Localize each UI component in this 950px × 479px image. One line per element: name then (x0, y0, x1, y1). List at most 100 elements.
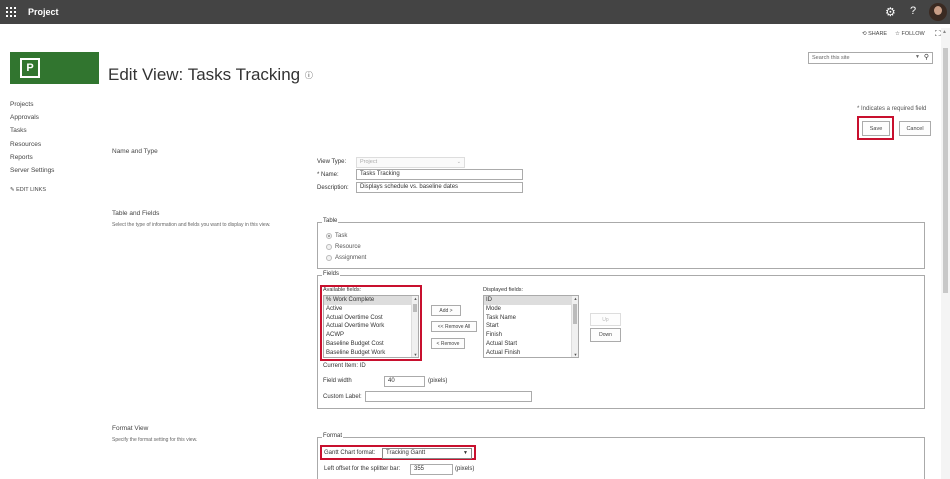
list-item[interactable]: Task Name (484, 314, 578, 323)
section-description-format-view: Specify the format setting for this view… (112, 437, 198, 443)
search-icon[interactable]: ⚲ (924, 53, 929, 61)
list-item[interactable]: Start (484, 322, 578, 331)
splitter-offset-unit: (pixels) (455, 466, 475, 472)
chevron-down-icon[interactable]: ▼ (915, 54, 920, 60)
radio-assignment-label: Assignment (335, 255, 367, 261)
scroll-up-icon[interactable]: ▲ (412, 296, 418, 301)
info-icon[interactable]: ⓘ (305, 71, 313, 80)
scroll-thumb[interactable] (573, 304, 577, 324)
list-item[interactable]: Baseline Budget Cost (324, 340, 418, 349)
description-label: Description: (317, 185, 349, 191)
pencil-icon: ✎ (10, 187, 15, 193)
scroll-thumb[interactable] (413, 304, 417, 312)
star-icon: ☆ (895, 31, 900, 37)
radio-dot (326, 255, 332, 261)
list-item[interactable]: Actual Start (484, 340, 578, 349)
list-item[interactable]: ID (484, 296, 578, 305)
view-type-select: Project ⌄ (356, 157, 465, 168)
view-type-value: Project (360, 159, 378, 165)
move-up-button[interactable]: Up (590, 313, 621, 326)
search-input[interactable]: Search this site ▼ ⚲ (808, 52, 933, 64)
table-fieldset: Table (317, 218, 925, 269)
splitter-offset-label: Left offset for the splitter bar: (324, 466, 401, 472)
list-item[interactable]: ACWP (324, 331, 418, 340)
list-item[interactable]: Finish (484, 331, 578, 340)
displayed-fields-list[interactable]: ID Mode Task Name Start Finish Actual St… (483, 295, 579, 358)
displayed-fields-scrollbar[interactable]: ▲ ▼ (571, 296, 578, 357)
list-item[interactable]: Mode (484, 305, 578, 314)
save-button[interactable]: Save (862, 121, 890, 136)
focus-mode-icon[interactable]: ⛶ (935, 29, 941, 39)
field-width-label: Field width (323, 378, 352, 384)
section-description-table-fields: Select the type of information and field… (112, 222, 271, 228)
follow-link[interactable]: ☆ FOLLOW (895, 31, 925, 37)
field-width-unit: (pixels) (428, 378, 448, 384)
project-logo[interactable]: P (10, 52, 99, 84)
custom-label-input[interactable] (365, 391, 532, 402)
list-item[interactable]: Actual Overtime Cost (324, 314, 418, 323)
list-item[interactable]: Actual Overtime Work (324, 322, 418, 331)
move-down-button[interactable]: Down (590, 328, 621, 342)
list-item[interactable]: % Work Complete (324, 296, 418, 305)
app-launcher-icon[interactable] (6, 7, 16, 17)
name-label-text: Name: (321, 172, 339, 178)
radio-assignment[interactable]: Assignment (326, 255, 366, 261)
custom-label-label: Custom Label: (323, 394, 362, 400)
edit-links-label: EDIT LINKS (16, 187, 46, 193)
gantt-format-label: Gantt Chart format: (324, 450, 376, 456)
name-label: * Name: (317, 172, 339, 178)
fields-legend: Fields (322, 271, 341, 277)
available-fields-list[interactable]: % Work Complete Active Actual Overtime C… (323, 295, 419, 358)
follow-label: FOLLOW (901, 31, 925, 37)
splitter-offset-input[interactable]: 355 (410, 464, 453, 475)
section-title-name-type: Name and Type (112, 148, 158, 155)
remove-button[interactable]: < Remove (431, 338, 465, 349)
avatar[interactable] (929, 3, 947, 21)
gantt-format-select[interactable]: Tracking Gantt ▼ (382, 448, 472, 459)
help-icon[interactable]: ? (910, 5, 916, 17)
radio-dot (326, 244, 332, 250)
list-item[interactable]: Actual Finish (484, 349, 578, 357)
chevron-down-icon: ⌄ (456, 159, 461, 165)
radio-resource-label: Resource (335, 244, 361, 250)
description-input[interactable]: Displays schedule vs. baseline dates (356, 182, 523, 193)
suite-bar: Project ⚙ ? (0, 0, 950, 24)
radio-dot (326, 233, 332, 239)
scroll-down-icon[interactable]: ▼ (412, 352, 418, 357)
add-button[interactable]: Add > (431, 305, 461, 316)
gantt-format-value: Tracking Gantt (386, 450, 426, 456)
required-note: * Indicates a required field (857, 106, 927, 112)
list-item[interactable]: Baseline Budget Work (324, 349, 418, 357)
scroll-up-icon[interactable]: ▲ (572, 296, 578, 301)
nav-item-reports[interactable]: Reports (10, 154, 33, 161)
nav-item-projects[interactable]: Projects (10, 101, 33, 108)
cancel-button[interactable]: Cancel (899, 121, 931, 136)
page-title: Edit View: Tasks Tracking ⓘ (108, 65, 313, 85)
field-width-input[interactable]: 40 (384, 376, 425, 387)
table-legend: Table (322, 218, 339, 224)
edit-links[interactable]: ✎ EDIT LINKS (10, 187, 46, 193)
nav-item-tasks[interactable]: Tasks (10, 127, 27, 134)
page-scrollbar[interactable]: ▲ (941, 28, 950, 479)
page-scroll-thumb[interactable] (943, 48, 948, 293)
required-mark: * (317, 172, 320, 178)
available-fields-scrollbar[interactable]: ▲ ▼ (411, 296, 418, 357)
name-input[interactable]: Tasks Tracking (356, 169, 523, 180)
section-title-table-fields: Table and Fields (112, 210, 160, 217)
scroll-down-icon[interactable]: ▼ (572, 352, 578, 357)
project-logo-icon: P (20, 58, 40, 78)
radio-task-label: Task (335, 233, 348, 239)
displayed-fields-label: Displayed fields: (483, 287, 524, 293)
nav-item-resources[interactable]: Resources (10, 141, 41, 148)
remove-all-button[interactable]: << Remove All (431, 321, 477, 332)
scroll-up-icon[interactable]: ▲ (942, 29, 947, 35)
radio-task[interactable]: Task (326, 233, 347, 239)
nav-item-approvals[interactable]: Approvals (10, 114, 39, 121)
radio-resource[interactable]: Resource (326, 244, 361, 250)
share-link[interactable]: ⟲ SHARE (862, 31, 887, 37)
gear-icon[interactable]: ⚙ (885, 5, 896, 19)
list-item[interactable]: Active (324, 305, 418, 314)
suite-app-name[interactable]: Project (28, 7, 59, 17)
chevron-down-icon[interactable]: ▼ (463, 450, 468, 456)
nav-item-server-settings[interactable]: Server Settings (10, 167, 54, 174)
